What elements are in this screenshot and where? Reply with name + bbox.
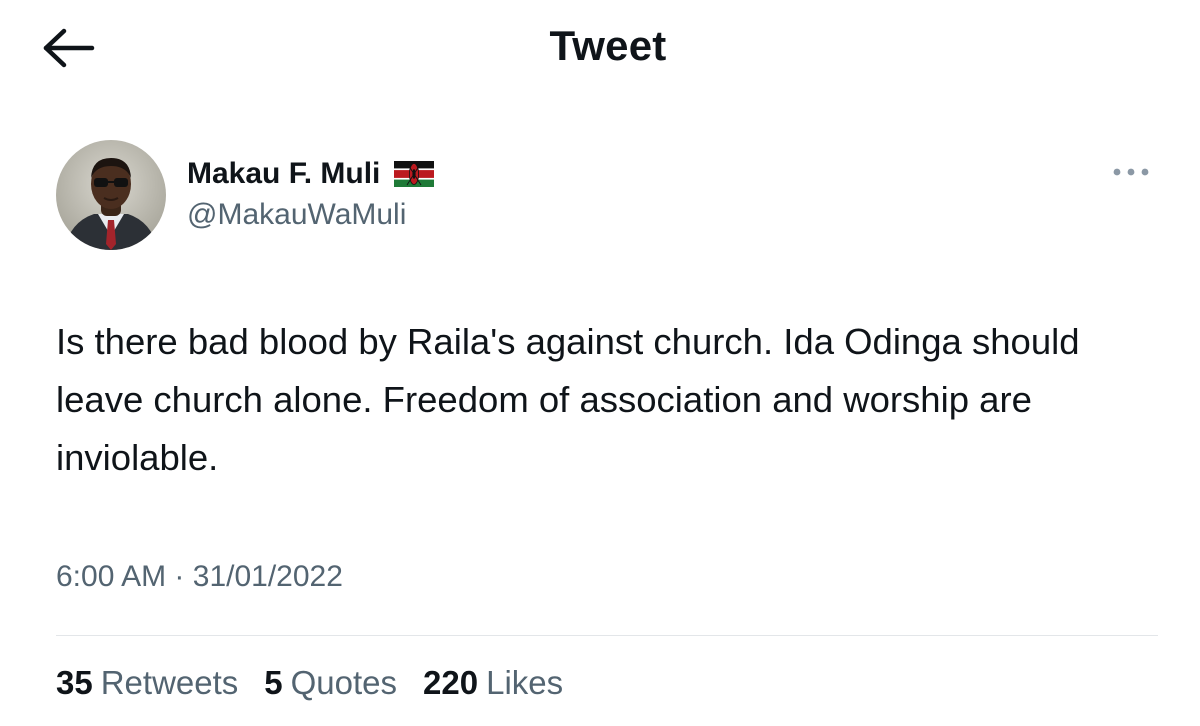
- kenya-flag-icon: [394, 161, 435, 187]
- tweet-time[interactable]: 6:00 AM: [56, 560, 166, 593]
- quotes-stat[interactable]: 5 Quotes: [264, 664, 397, 702]
- page-title: Tweet: [0, 22, 1200, 70]
- display-name[interactable]: Makau F. Muli: [187, 157, 380, 191]
- divider: [56, 635, 1158, 636]
- top-bar: Tweet: [0, 0, 1200, 100]
- quotes-count: 5: [264, 664, 283, 701]
- page-title-text: Tweet: [549, 22, 667, 69]
- likes-count: 220: [423, 664, 479, 701]
- retweets-stat[interactable]: 35 Retweets: [56, 664, 238, 702]
- more-options-button[interactable]: [1108, 156, 1154, 188]
- likes-label: Likes: [486, 664, 564, 701]
- quotes-label: Quotes: [290, 664, 398, 701]
- timestamp-separator: ·: [174, 560, 185, 593]
- tweet-author: Makau F. Muli @MakauWaMuli: [56, 140, 1156, 252]
- user-handle[interactable]: @MakauWaMuli: [187, 198, 406, 232]
- display-name-row: Makau F. Muli: [187, 154, 435, 194]
- avatar[interactable]: [56, 140, 166, 250]
- avatar-photo: [56, 140, 166, 250]
- engagement-stats: 35 Retweets 5 Quotes 220 Likes: [56, 664, 589, 702]
- likes-stat[interactable]: 220 Likes: [423, 664, 563, 702]
- tweet-date[interactable]: 31/01/2022: [193, 560, 343, 593]
- more-horizontal-icon: [1113, 168, 1149, 176]
- retweets-label: Retweets: [100, 664, 239, 701]
- tweet-timestamp: 6:00 AM · 31/01/2022: [56, 560, 343, 594]
- tweet-text: Is there bad blood by Raila's against ch…: [56, 321, 1080, 478]
- retweets-count: 35: [56, 664, 93, 701]
